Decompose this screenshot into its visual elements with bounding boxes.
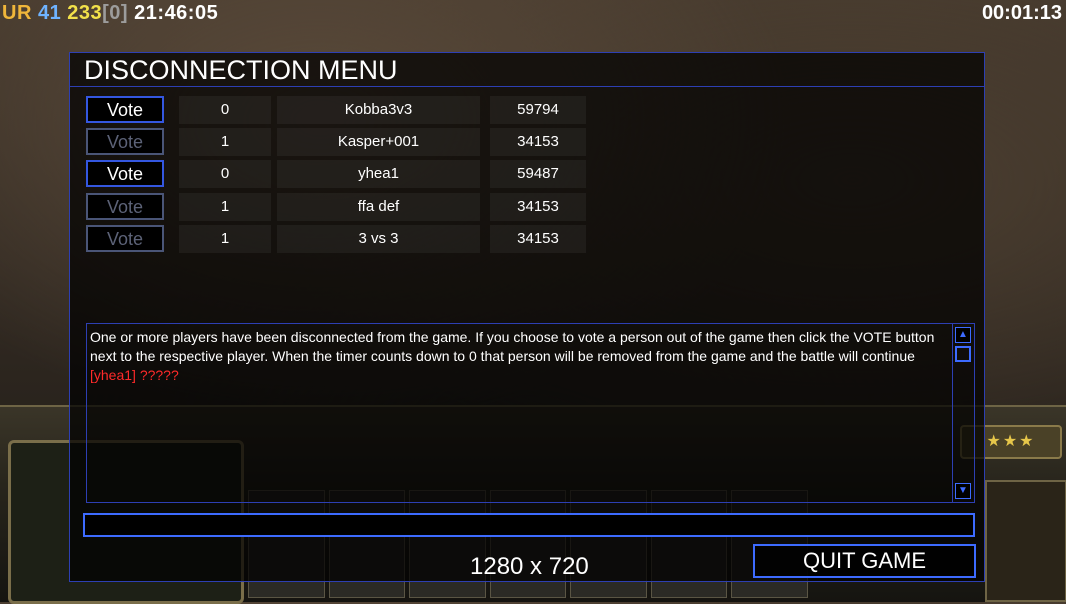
player-vote-count: 0	[179, 96, 271, 124]
player-row: Vote 1 3 vs 3 34153	[86, 225, 646, 253]
scroll-down-icon[interactable]: ▼	[955, 483, 971, 499]
player-row: Vote 0 yhea1 59487	[86, 160, 646, 188]
player-row: Vote 0 Kobba3v3 59794	[86, 96, 646, 124]
player-vote-count: 1	[179, 193, 271, 221]
clock-time: 21:46:05	[134, 2, 219, 24]
message-log-content: One or more players have been disconnect…	[90, 328, 950, 385]
vote-button[interactable]: Vote	[86, 160, 164, 187]
player-name: Kobba3v3	[277, 96, 480, 124]
player-name: 3 vs 3	[277, 225, 480, 253]
player-id: 34153	[490, 128, 586, 156]
power-meter	[985, 480, 1066, 602]
fps-value: 41	[37, 2, 62, 24]
disconnect-message: One or more players have been disconnect…	[90, 329, 935, 364]
ur-label: UR	[2, 2, 32, 24]
vote-button[interactable]: Vote	[86, 193, 164, 220]
player-row: Vote 1 Kasper+001 34153	[86, 128, 646, 156]
vote-button[interactable]: Vote	[86, 225, 164, 252]
player-id: 59487	[490, 160, 586, 188]
vote-button[interactable]: Vote	[86, 128, 164, 155]
player-id: 59794	[490, 96, 586, 124]
player-id: 34153	[490, 225, 586, 253]
chat-line: [yhea1] ?????	[90, 367, 179, 383]
elapsed-timer: 00:01:13	[981, 2, 1062, 24]
player-vote-count: 1	[179, 225, 271, 253]
disconnection-menu: DISCONNECTION MENU Vote 0 Kobba3v3 59794…	[69, 52, 985, 582]
resolution-label: 1280 x 720	[470, 553, 589, 580]
vote-button[interactable]: Vote	[86, 96, 164, 123]
performance-overlay: UR 41 233[0] 21:46:05	[2, 2, 218, 25]
counter-value: 233	[67, 2, 103, 24]
scrollbar[interactable]: ▲ ▼	[952, 324, 973, 502]
player-row: Vote 1 ffa def 34153	[86, 193, 646, 221]
player-vote-count: 0	[179, 160, 271, 188]
quit-game-button[interactable]: QUIT GAME	[753, 544, 976, 578]
bracket-value: [0]	[102, 2, 129, 24]
scroll-thumb[interactable]	[955, 346, 971, 362]
menu-title: DISCONNECTION MENU	[70, 53, 984, 87]
player-id: 34153	[490, 193, 586, 221]
player-name: Kasper+001	[277, 128, 480, 156]
chat-input[interactable]	[83, 513, 975, 537]
scroll-up-icon[interactable]: ▲	[955, 327, 971, 343]
player-name: ffa def	[277, 193, 480, 221]
player-name: yhea1	[277, 160, 480, 188]
player-vote-count: 1	[179, 128, 271, 156]
message-log[interactable]: One or more players have been disconnect…	[86, 323, 975, 503]
